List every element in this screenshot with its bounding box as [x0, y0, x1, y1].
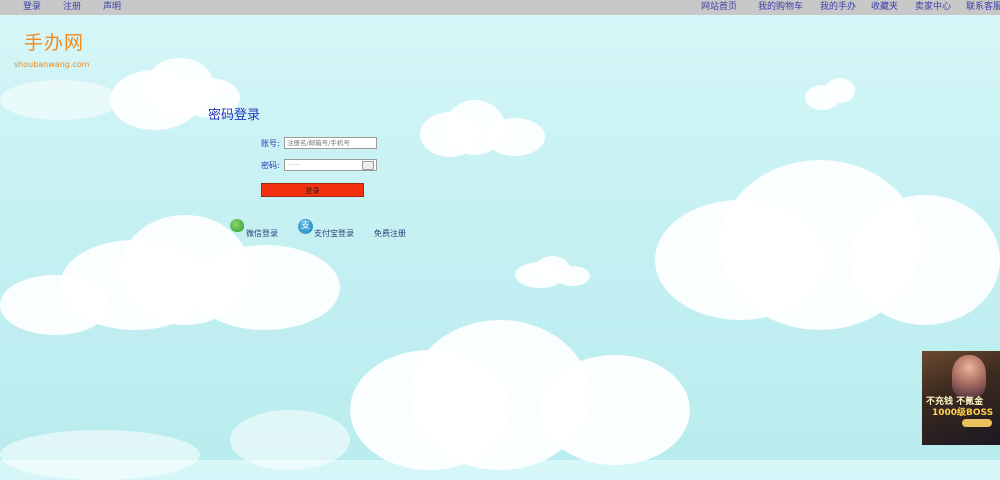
nav-login-link[interactable]: 登录: [23, 1, 41, 14]
account-label: 账号:: [261, 139, 280, 148]
account-input[interactable]: [284, 137, 377, 149]
game-ad-banner[interactable]: 不充钱 不氪金 1000级BOSS: [922, 351, 1000, 445]
nav-register-link[interactable]: 注册: [63, 1, 81, 14]
page: { "top_nav": { "left": ["登录", "注册", "声明"…: [0, 0, 1000, 480]
nav-favorites-link[interactable]: 收藏夹: [871, 1, 898, 14]
site-logo-title[interactable]: 手办网: [24, 28, 84, 55]
password-label: 密码:: [261, 161, 280, 170]
free-register-link[interactable]: 免费注册: [374, 228, 406, 239]
ad-character-image: [952, 355, 986, 397]
wechat-icon[interactable]: [230, 219, 244, 232]
nav-statement-link[interactable]: 声明: [103, 1, 121, 14]
alipay-icon[interactable]: 支: [298, 219, 313, 234]
alipay-login-link[interactable]: 支付宝登录: [314, 228, 354, 239]
login-form-title: 密码登录: [208, 108, 261, 123]
login-submit-button[interactable]: 登录: [261, 183, 364, 197]
nav-customer-service-link[interactable]: 联系客服: [966, 1, 1000, 14]
nav-my-figures-link[interactable]: 我的手办: [820, 1, 856, 14]
nav-home-link[interactable]: 网站首页: [701, 1, 737, 14]
nav-cart-link[interactable]: 我的购物车: [758, 1, 803, 14]
ad-play-button[interactable]: [962, 419, 992, 427]
site-logo-subtitle: shoubanwang.com: [14, 60, 90, 69]
ad-subheadline: 1000级BOSS: [932, 408, 994, 418]
wechat-login-link[interactable]: 微信登录: [246, 228, 278, 239]
top-nav-bar: 登录 注册 声明 网站首页 我的购物车 我的手办 收藏夹 卖家中心 联系客服: [0, 0, 1000, 15]
keyboard-icon[interactable]: [362, 161, 374, 170]
nav-seller-center-link[interactable]: 卖家中心: [915, 1, 951, 14]
